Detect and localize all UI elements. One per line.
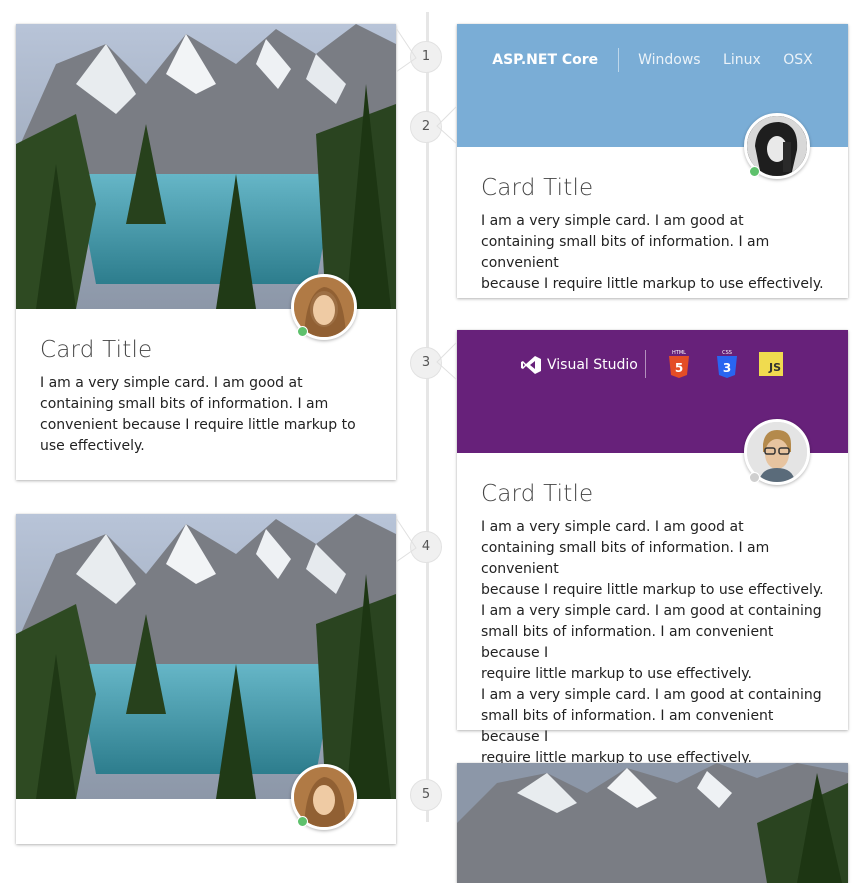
status-offline-indicator — [749, 472, 760, 483]
timeline-marker-5: 5 — [410, 779, 442, 811]
card-text-line: I am a very simple card. I am good at co… — [481, 603, 822, 619]
tech-linux-label: Linux — [723, 52, 761, 68]
card-text-line: because I require little markup to use e… — [481, 582, 824, 598]
tech-header: ASP.NET Core Windows Linux OSX — [457, 24, 848, 179]
tech-osx-label: OSX — [783, 52, 813, 68]
visual-studio-icon — [521, 356, 541, 374]
card-pointer — [396, 518, 417, 563]
tech-header: Visual Studio HTML 5 CSS 3 JS — [457, 330, 848, 485]
card-pointer — [396, 28, 417, 73]
tech-nav: ASP.NET Core Windows Linux OSX — [457, 48, 848, 72]
card-title: Card Title — [481, 481, 594, 507]
css3-icon: CSS 3 — [717, 350, 737, 382]
status-online-indicator — [749, 166, 760, 177]
card-text-line: containing small bits of information. I … — [481, 234, 770, 271]
divider — [617, 48, 619, 72]
svg-text:3: 3 — [723, 361, 731, 375]
card-text-line: require little markup to use effectively… — [481, 666, 753, 682]
lake-image — [457, 763, 848, 883]
status-online-indicator — [297, 326, 308, 337]
card-1: Card Title I am a very simple card. I am… — [16, 24, 417, 480]
divider — [645, 350, 646, 378]
card-text-line: small bits of information. I am convenie… — [481, 624, 774, 661]
tech-aspnet-label: ASP.NET Core — [492, 52, 599, 68]
card-3: Visual Studio HTML 5 CSS 3 JS Card Title — [436, 330, 848, 766]
card-2: ASP.NET Core Windows Linux OSX Card Titl… — [436, 24, 848, 298]
tech-windows-label: Windows — [638, 52, 701, 68]
card-5 — [457, 763, 848, 883]
card-text-line: small bits of information. I am convenie… — [481, 708, 774, 745]
card-title: Card Title — [481, 175, 594, 201]
card-text-line: I am a very simple card. I am good at — [481, 213, 744, 229]
card-title: Card Title — [40, 337, 153, 363]
card-pointer — [436, 106, 457, 145]
visual-studio-brand: Visual Studio — [521, 352, 638, 378]
visual-studio-label: Visual Studio — [547, 357, 638, 373]
card-text-line: I am a very simple card. I am good at — [481, 519, 744, 535]
lake-image — [16, 24, 396, 340]
svg-text:5: 5 — [675, 361, 683, 375]
card-text-line: I am a very simple card. I am good at co… — [481, 687, 822, 703]
lake-image — [16, 514, 396, 830]
card-text: I am a very simple card. I am good at co… — [481, 211, 824, 295]
card-pointer — [436, 342, 457, 381]
javascript-icon: JS — [759, 352, 783, 376]
card-text-line: containing small bits of information. I … — [481, 540, 770, 577]
card-text-line: because I require little markup to use e… — [481, 276, 824, 292]
card-text: I am a very simple card. I am good at co… — [40, 375, 356, 454]
html5-icon: HTML 5 — [669, 350, 689, 382]
card-4 — [16, 514, 417, 844]
card-text: I am a very simple card. I am good at co… — [481, 517, 824, 769]
